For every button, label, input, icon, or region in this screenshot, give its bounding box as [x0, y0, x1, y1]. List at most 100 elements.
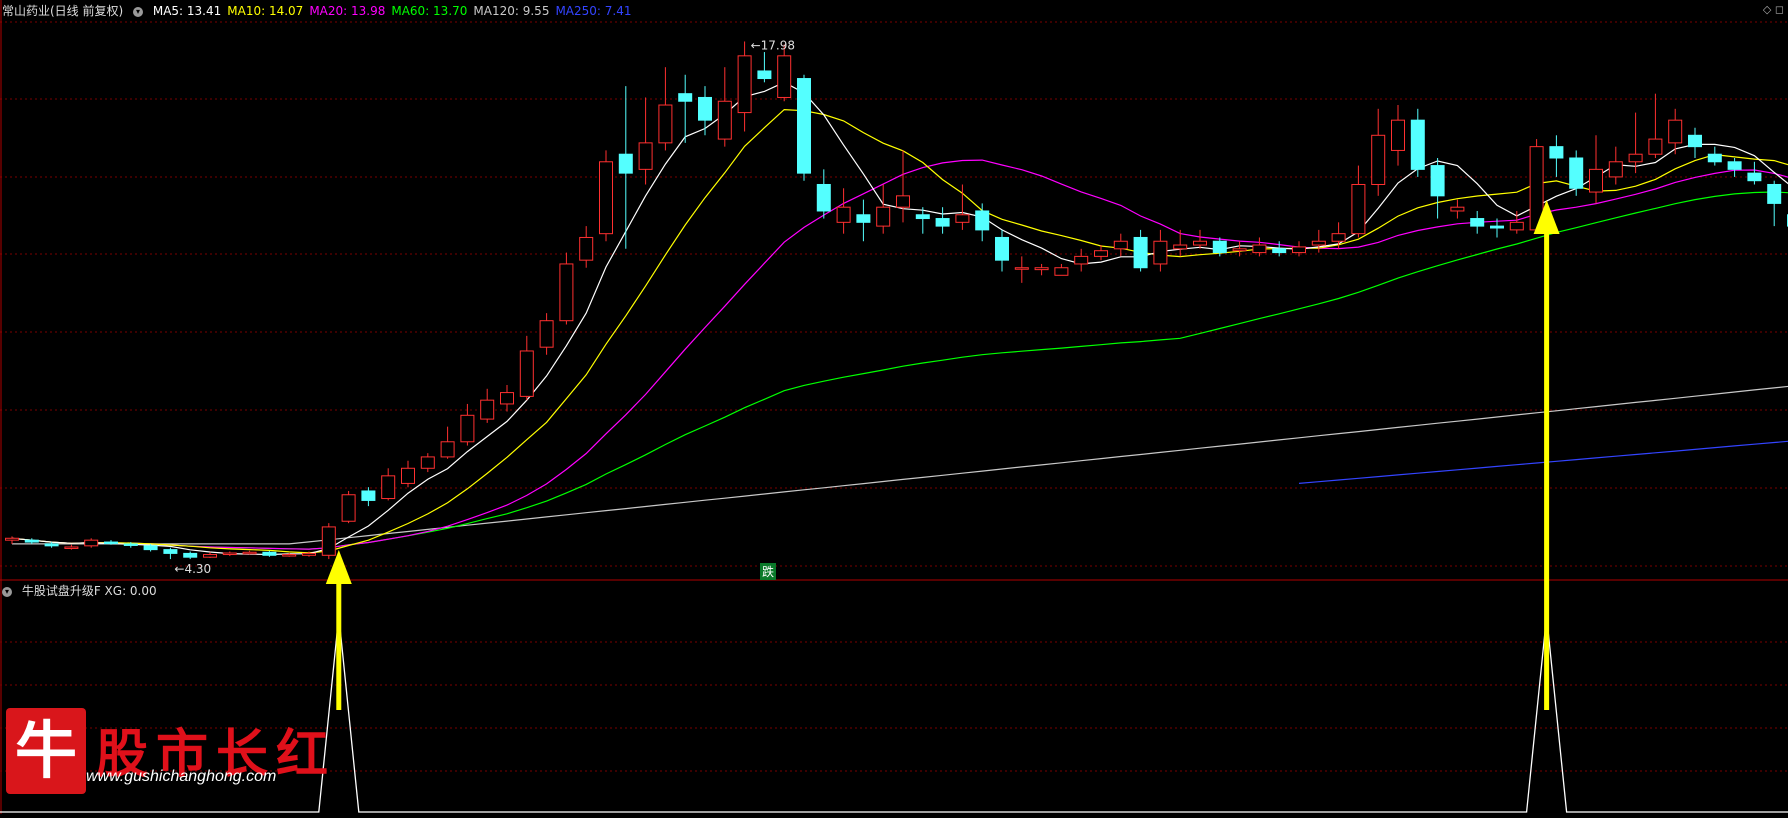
candle-body-27 [540, 321, 553, 347]
watermark-url: www.gushichanghong.com [86, 768, 276, 786]
ma20-line [12, 160, 1788, 549]
candle-body-50 [996, 237, 1009, 260]
ma-legend-3: MA60: 13.70 [391, 4, 467, 18]
candle-body-52 [1035, 268, 1048, 270]
candle-body-13 [263, 552, 276, 555]
candle-body-53 [1055, 268, 1068, 276]
candle-body-10 [204, 555, 217, 558]
candle-body-15 [303, 553, 316, 555]
candle-body-29 [580, 237, 593, 260]
candle-body-46 [916, 215, 929, 219]
candle-body-44 [877, 207, 890, 226]
candle-body-17 [342, 495, 355, 521]
candle-body-12 [243, 552, 256, 554]
watermark-logo-icon: 牛 [6, 708, 86, 794]
window-corner-icons[interactable]: ◇ ◻ [1763, 3, 1784, 16]
candle-body-30 [600, 162, 613, 234]
low-label: ←4.30 [174, 562, 211, 576]
candle-body-89 [1768, 184, 1781, 203]
settings-toggle-icon[interactable]: ▾ [133, 7, 143, 17]
candle-body-0 [6, 538, 19, 540]
candle-body-32 [639, 143, 652, 169]
candle-body-69 [1372, 135, 1385, 184]
ma5-line [12, 82, 1788, 554]
candle-body-40 [798, 79, 811, 174]
candle-body-51 [1015, 268, 1028, 270]
kline-chart[interactable]: ←17.98 ←4.30 [0, 0, 1788, 814]
candle-body-37 [738, 56, 751, 113]
candle-body-59 [1174, 245, 1187, 249]
candle-body-3 [65, 547, 78, 549]
candle-body-73 [1451, 207, 1464, 211]
candle-body-65 [1293, 247, 1306, 253]
candle-body-9 [184, 553, 197, 557]
indicator-title: 牛股试盘升级F XG: 0.00 [22, 584, 157, 598]
candle-body-45 [897, 196, 910, 207]
candle-body-34 [679, 94, 692, 102]
candle-body-67 [1332, 234, 1345, 242]
candle-body-66 [1312, 241, 1325, 245]
candle-body-71 [1411, 120, 1424, 169]
candle-body-60 [1194, 241, 1207, 245]
candle-body-35 [699, 97, 712, 120]
ma-legend-4: MA120: 9.55 [473, 4, 549, 18]
candle-body-70 [1392, 120, 1405, 150]
candle-body-6 [124, 544, 137, 546]
candle-body-24 [481, 400, 494, 419]
candle-body-56 [1114, 241, 1127, 249]
candle-body-80 [1590, 169, 1603, 192]
candle-body-16 [322, 527, 335, 555]
candle-body-82 [1629, 154, 1642, 162]
candle-body-23 [461, 415, 474, 441]
candle-body-7 [144, 546, 157, 550]
main-chart-header: 常山药业(日线 前复权) ▾ MA5: 13.41 MA10: 14.07 MA20… [2, 2, 644, 19]
candle-body-14 [283, 555, 296, 557]
candle-body-86 [1708, 154, 1721, 162]
candle-body-20 [402, 468, 415, 483]
candle-body-47 [936, 219, 949, 227]
candle-body-57 [1134, 237, 1147, 267]
candle-body-31 [619, 154, 632, 173]
candle-body-85 [1689, 135, 1702, 146]
candle-body-58 [1154, 241, 1167, 264]
ma-legend-5: MA250: 7.41 [555, 4, 631, 18]
candle-body-68 [1352, 184, 1365, 233]
candle-body-49 [976, 211, 989, 230]
candle-body-5 [105, 542, 118, 544]
candle-body-81 [1609, 162, 1622, 177]
candle-body-87 [1728, 162, 1741, 170]
ma-legend-1: MA10: 14.07 [227, 4, 303, 18]
candle-body-63 [1253, 245, 1266, 253]
candle-body-11 [223, 553, 236, 555]
candle-body-55 [1095, 251, 1108, 257]
candle-body-76 [1510, 222, 1523, 230]
candle-body-25 [501, 393, 514, 404]
candle-body-2 [45, 544, 58, 546]
candle-body-74 [1471, 219, 1484, 227]
candle-body-54 [1075, 256, 1088, 264]
candle-body-88 [1748, 173, 1761, 181]
candle-body-42 [837, 207, 850, 222]
ma-legend-0: MA5: 13.41 [153, 4, 221, 18]
candle-body-41 [817, 184, 830, 210]
stock-chart-stage[interactable]: ←17.98 ←4.30 常山药业(日线 前复权) ▾ MA5: 13.41 MA1… [0, 0, 1788, 814]
candle-body-22 [441, 442, 454, 457]
candle-body-48 [956, 215, 969, 223]
candle-body-36 [718, 101, 731, 139]
candle-body-1 [25, 540, 38, 542]
high-label: ←17.98 [751, 38, 795, 52]
candle-body-83 [1649, 139, 1662, 154]
candle-body-8 [164, 550, 177, 554]
candle-body-43 [857, 215, 870, 223]
candle-body-84 [1669, 120, 1682, 143]
candle-body-28 [560, 264, 573, 321]
indicator-header: ▾ 牛股试盘升级F XG: 0.00 [2, 582, 163, 599]
candle-body-26 [520, 351, 533, 396]
ma-legend-2: MA20: 13.98 [309, 4, 385, 18]
ma60-line [12, 192, 1788, 549]
candle-body-62 [1233, 249, 1246, 251]
candle-body-38 [758, 71, 771, 79]
indicator-toggle-icon[interactable]: ▾ [2, 587, 12, 597]
candle-body-75 [1491, 226, 1504, 228]
stock-name: 常山药业(日线 前复权) [2, 4, 123, 18]
